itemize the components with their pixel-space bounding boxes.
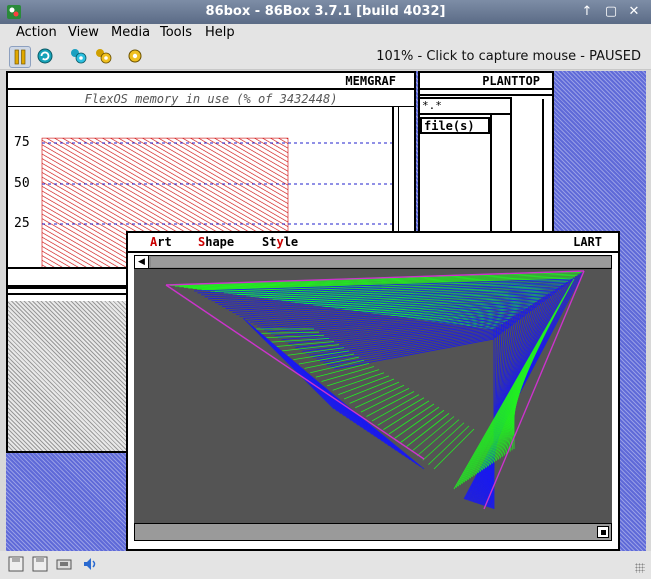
lart-window[interactable]: Art Shape Style LART ◀	[126, 231, 620, 551]
settings-button[interactable]	[125, 46, 147, 68]
lart-canvas[interactable]	[134, 269, 612, 523]
ctrl-alt-esc-button[interactable]	[93, 46, 115, 68]
floppy-b-icon[interactable]	[32, 556, 48, 572]
toolbar-status-text: 101% - Click to capture mouse - PAUSED	[376, 49, 641, 64]
lart-bottom-bar	[134, 523, 612, 541]
menu-action[interactable]: Action	[16, 25, 57, 40]
memgraf-caption: FlexOS memory in use (% of 3432448)	[8, 92, 414, 107]
title-bar: 86box - 86Box 3.7.1 [build 4032] ↑ ▢ ✕	[0, 0, 651, 24]
lart-menubar: Art Shape Style LART	[128, 233, 618, 251]
window-title: 86box - 86Box 3.7.1 [build 4032]	[205, 4, 446, 19]
lart-scroll-left-icon[interactable]: ◀	[135, 256, 149, 268]
reset-icon	[37, 48, 53, 64]
network-icon[interactable]	[56, 556, 72, 572]
file-selector-title: *.*	[422, 99, 442, 112]
close-button[interactable]: ✕	[626, 4, 642, 20]
settings-icon	[128, 49, 142, 63]
sound-icon[interactable]	[82, 556, 98, 572]
memgraf-title: MEMGRAF	[345, 74, 396, 88]
toolbar: 101% - Click to capture mouse - PAUSED	[0, 44, 651, 70]
menu-media[interactable]: Media	[111, 25, 150, 40]
hard-reset-button[interactable]	[35, 46, 57, 68]
lart-menu-shape[interactable]: Shape	[198, 235, 234, 249]
memgraf-titlebar[interactable]: MEMGRAF	[8, 73, 414, 90]
lart-menu-style[interactable]: Style	[262, 235, 298, 249]
file-selector-window[interactable]: *.* file(s)	[418, 97, 512, 247]
menu-help[interactable]: Help	[205, 25, 235, 40]
keep-above-button[interactable]: ↑	[579, 4, 595, 20]
file-count-field[interactable]: file(s)	[420, 117, 490, 134]
planttop-title: PLANTTOP	[482, 74, 540, 88]
pause-icon	[14, 49, 26, 65]
pause-button[interactable]	[9, 46, 31, 68]
ctrl-alt-del-button[interactable]	[68, 46, 90, 68]
lart-title: LART	[573, 235, 602, 249]
menu-bar: Action View Media Tools Help	[0, 24, 651, 44]
lart-scrollbar[interactable]: ◀	[134, 255, 612, 269]
maximize-button[interactable]: ▢	[603, 4, 619, 20]
lart-menu-art[interactable]: Art	[150, 235, 172, 249]
menu-tools[interactable]: Tools	[160, 25, 192, 40]
window-resize-grip[interactable]	[635, 563, 645, 573]
floppy-a-icon[interactable]	[8, 556, 24, 572]
menu-view[interactable]: View	[68, 25, 99, 40]
planttop-titlebar[interactable]: PLANTTOP	[420, 73, 552, 90]
ctrl-alt-esc-icon	[96, 49, 112, 64]
planttop-window[interactable]: PLANTTOP *.* file(s)	[418, 71, 554, 247]
emulated-screen[interactable]: MEMGRAF FlexOS memory in use (% of 34324…	[6, 71, 646, 551]
status-bar	[0, 551, 651, 579]
planttop-scrollbar[interactable]	[542, 99, 552, 239]
ctrl-alt-del-icon	[71, 49, 87, 64]
resize-handle-icon[interactable]	[597, 526, 609, 538]
